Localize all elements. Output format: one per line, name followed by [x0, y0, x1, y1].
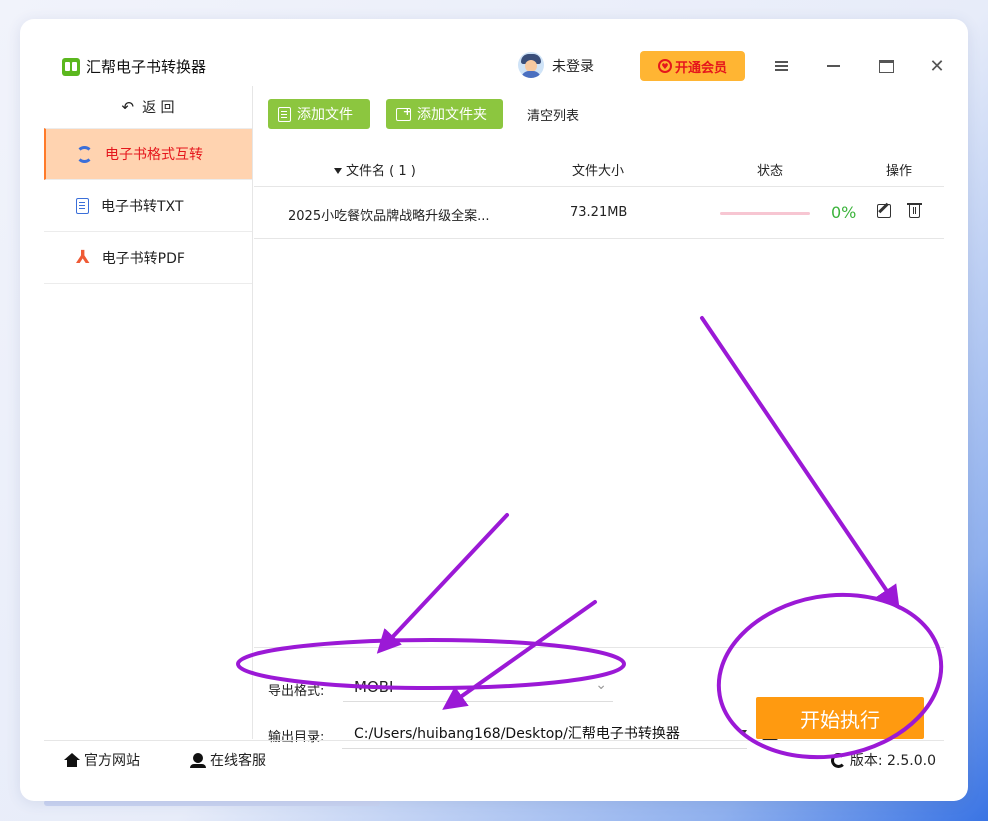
sidebar-item-format-convert[interactable]: 电子书格式互转: [44, 128, 252, 180]
vip-button[interactable]: ♥ 开通会员: [640, 51, 745, 81]
document-icon: [278, 106, 291, 122]
window-content: 汇帮电子书转换器 未登录 ♥ 开通会员 ✕ ↶ 返 回 电子书格式互转 电子书转…: [44, 47, 945, 775]
start-button[interactable]: 开始执行: [756, 697, 924, 739]
maximize-icon[interactable]: [873, 53, 899, 79]
column-header-ops: 操作: [886, 164, 913, 179]
output-settings: 导出格式: MOBI ⌄ 输出目录: C:/Users/huibang168/D…: [254, 647, 944, 749]
edit-icon[interactable]: [877, 204, 891, 218]
table-row[interactable]: 2025小吃餐饮品牌战略升级全案... 73.21MB 0%: [254, 187, 944, 239]
official-site-label: 官方网站: [84, 753, 140, 769]
sidebar-item-to-txt[interactable]: 电子书转TXT: [44, 180, 252, 232]
version-text: 版本: 2.5.0.0: [849, 753, 936, 769]
column-header-status: 状态: [757, 164, 784, 179]
add-folder-label: 添加文件夹: [417, 107, 487, 123]
add-folder-button[interactable]: 添加文件夹: [386, 99, 503, 129]
back-button[interactable]: ↶ 返 回: [44, 86, 252, 128]
format-select[interactable]: MOBI ⌄: [343, 672, 613, 702]
document-icon: [76, 197, 89, 214]
headset-icon: [190, 752, 206, 768]
back-label: 返 回: [142, 100, 175, 116]
file-size: 73.21MB: [570, 205, 628, 220]
clear-list-button[interactable]: 清空列表: [527, 105, 579, 124]
official-site-link[interactable]: 官方网站: [64, 750, 140, 770]
online-service-label: 在线客服: [210, 753, 266, 769]
file-name: 2025小吃餐饮品牌战略升级全案...: [288, 209, 490, 224]
column-header-size: 文件大小: [572, 164, 625, 179]
vip-label: 开通会员: [674, 60, 727, 76]
login-status[interactable]: 未登录: [552, 56, 594, 76]
column-header-name[interactable]: 文件名 ( 1 ): [334, 160, 416, 179]
menu-icon[interactable]: [768, 53, 794, 79]
version-info: 版本: 2.5.0.0: [830, 750, 936, 770]
sidebar: ↶ 返 回 电子书格式互转 电子书转TXT ⅄ 电子书转PDF: [44, 86, 253, 739]
add-file-label: 添加文件: [297, 107, 353, 123]
diamond-icon: ♥: [657, 59, 672, 73]
folder-plus-icon: [396, 105, 412, 121]
sidebar-item-label: 电子书转TXT: [101, 198, 184, 215]
format-value: MOBI: [354, 677, 394, 696]
add-file-button[interactable]: 添加文件: [268, 99, 370, 129]
home-icon: [64, 753, 80, 767]
app-logo-icon: [62, 58, 80, 76]
sort-down-icon: [334, 168, 342, 174]
pdf-icon: ⅄: [76, 246, 90, 268]
title-bar: 汇帮电子书转换器 未登录 ♥ 开通会员 ✕: [44, 47, 945, 85]
app-window: 汇帮电子书转换器 未登录 ♥ 开通会员 ✕ ↶ 返 回 电子书格式互转 电子书转…: [20, 19, 968, 801]
progress-percent: 0%: [831, 203, 857, 222]
back-arrow-icon: ↶: [121, 98, 135, 116]
sidebar-item-label: 电子书转PDF: [101, 250, 185, 267]
table-header: 文件名 ( 1 ) 文件大小 状态 操作: [254, 149, 944, 187]
sidebar-item-to-pdf[interactable]: ⅄ 电子书转PDF: [44, 232, 252, 284]
avatar[interactable]: [518, 52, 544, 78]
footer: 官方网站 在线客服 版本: 2.5.0.0: [44, 740, 944, 775]
caret-down-icon: [739, 730, 747, 736]
online-service-link[interactable]: 在线客服: [190, 750, 266, 770]
app-title: 汇帮电子书转换器: [86, 58, 207, 76]
format-label: 导出格式:: [268, 684, 325, 699]
trash-icon[interactable]: [907, 203, 922, 218]
sidebar-item-label: 电子书格式互转: [105, 147, 203, 163]
chevron-down-icon: ⌄: [595, 677, 607, 693]
main-panel: 添加文件 添加文件夹 清空列表 文件名 ( 1 ) 文件大小 状态 操作 202…: [254, 86, 944, 749]
progress-bar: [720, 212, 810, 215]
minimize-icon[interactable]: [820, 53, 846, 79]
sync-icon: [830, 752, 846, 768]
close-icon[interactable]: ✕: [924, 53, 950, 79]
refresh-icon: [76, 145, 93, 163]
